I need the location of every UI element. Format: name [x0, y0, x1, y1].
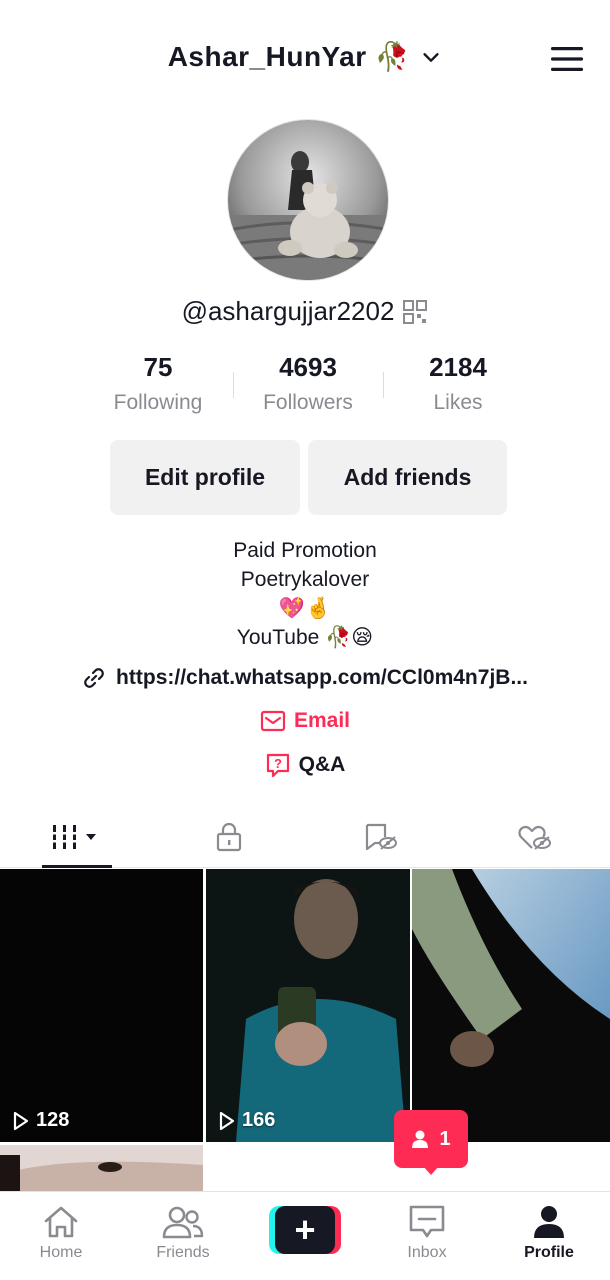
qr-code-icon[interactable]	[402, 299, 428, 325]
stat-likes[interactable]: 2184 Likes	[383, 352, 533, 422]
bio-link[interactable]: https://chat.whatsapp.com/CCl0m4n7jB...	[0, 666, 610, 690]
link-text: https://chat.whatsapp.com/CCl0m4n7jB...	[116, 666, 528, 689]
video-thumbnail[interactable]: 166	[206, 869, 410, 1142]
followers-count: 4693	[279, 352, 337, 382]
likes-count: 2184	[429, 352, 487, 382]
play-icon	[13, 1111, 29, 1130]
profile-icon	[534, 1206, 564, 1238]
add-friends-button[interactable]: Add friends	[308, 440, 507, 515]
nav-label: Home	[39, 1244, 83, 1261]
nav-profile[interactable]: Profile	[488, 1192, 610, 1280]
view-count: 166	[218, 1109, 275, 1132]
videos-grid-icon	[50, 824, 97, 849]
question-icon: ?	[266, 753, 289, 778]
email-button[interactable]: Email	[0, 709, 610, 733]
stat-followers[interactable]: 4693 Followers	[233, 352, 383, 422]
video-thumbnail-image	[412, 869, 610, 1142]
nav-label: Profile	[524, 1244, 574, 1261]
nav-home[interactable]: Home	[0, 1192, 122, 1280]
bio: Paid Promotion Poetrykalover 💖🤞 YouTube …	[0, 536, 610, 652]
inbox-icon	[409, 1205, 445, 1238]
profile-tabs	[0, 806, 610, 868]
plus-icon: +	[275, 1206, 335, 1254]
video-thumbnail[interactable]: 6	[412, 869, 610, 1142]
view-count: 128	[12, 1109, 69, 1132]
nav-friends[interactable]: Friends	[122, 1192, 244, 1280]
badge-tail	[423, 1166, 439, 1175]
likes-label: Likes	[433, 391, 483, 414]
play-icon	[219, 1111, 235, 1130]
lock-icon	[216, 822, 241, 851]
link-icon	[84, 668, 104, 688]
new-followers-count: 1	[439, 1127, 451, 1150]
tab-liked[interactable]	[458, 806, 610, 867]
tab-private[interactable]	[153, 806, 306, 867]
followers-label: Followers	[263, 391, 353, 414]
qa-button[interactable]: ? Q&A	[0, 752, 610, 778]
create-button[interactable]: +	[269, 1206, 341, 1254]
liked-icon	[518, 825, 551, 850]
profile-stats: 75 Following 4693 Followers 2184 Likes	[83, 352, 533, 422]
email-label: Email	[293, 709, 351, 732]
video-thumbnail-image	[206, 869, 410, 1142]
view-count-value: 166	[242, 1109, 276, 1131]
profile-actions: Edit profile Add friends	[110, 440, 507, 515]
bio-line: 💖🤞	[278, 597, 332, 620]
friends-icon	[162, 1206, 204, 1239]
username: Ashar_HunYar 🥀	[167, 41, 411, 72]
chevron-down-icon	[423, 52, 439, 62]
bio-line: Paid Promotion	[233, 539, 377, 562]
tab-tagged[interactable]	[305, 806, 458, 867]
stat-following[interactable]: 75 Following	[83, 352, 233, 422]
svg-text:?: ?	[274, 756, 282, 771]
email-icon	[260, 710, 286, 732]
avatar-photo	[228, 120, 388, 280]
following-label: Following	[113, 391, 203, 414]
qa-label: Q&A	[298, 753, 346, 776]
tagged-icon	[366, 823, 398, 850]
nav-label: Friends	[156, 1244, 210, 1261]
person-icon	[412, 1130, 429, 1148]
handle-row: @ashargujjar2202	[0, 296, 610, 327]
profile-header: Ashar_HunYar 🥀	[0, 0, 610, 120]
nav-label: Inbox	[407, 1244, 447, 1261]
following-count: 75	[143, 352, 173, 382]
user-handle: @ashargujjar2202	[181, 296, 395, 326]
account-switcher[interactable]: Ashar_HunYar 🥀	[0, 40, 610, 73]
edit-profile-button[interactable]: Edit profile	[110, 440, 300, 515]
video-thumbnail[interactable]: 128	[0, 869, 203, 1142]
bottom-nav: Home Friends + Inbox Profile	[0, 1191, 610, 1280]
view-count-value: 128	[36, 1109, 70, 1131]
home-icon	[44, 1206, 78, 1238]
new-followers-badge[interactable]: 1	[394, 1110, 468, 1168]
bio-line: YouTube 🥀😪	[236, 626, 374, 649]
avatar[interactable]	[227, 119, 389, 281]
nav-inbox[interactable]: Inbox	[366, 1192, 488, 1280]
bio-line: Poetrykalover	[240, 568, 370, 591]
tab-videos[interactable]	[0, 806, 153, 868]
nav-create[interactable]: +	[244, 1192, 366, 1280]
hamburger-menu-icon[interactable]	[550, 44, 584, 74]
